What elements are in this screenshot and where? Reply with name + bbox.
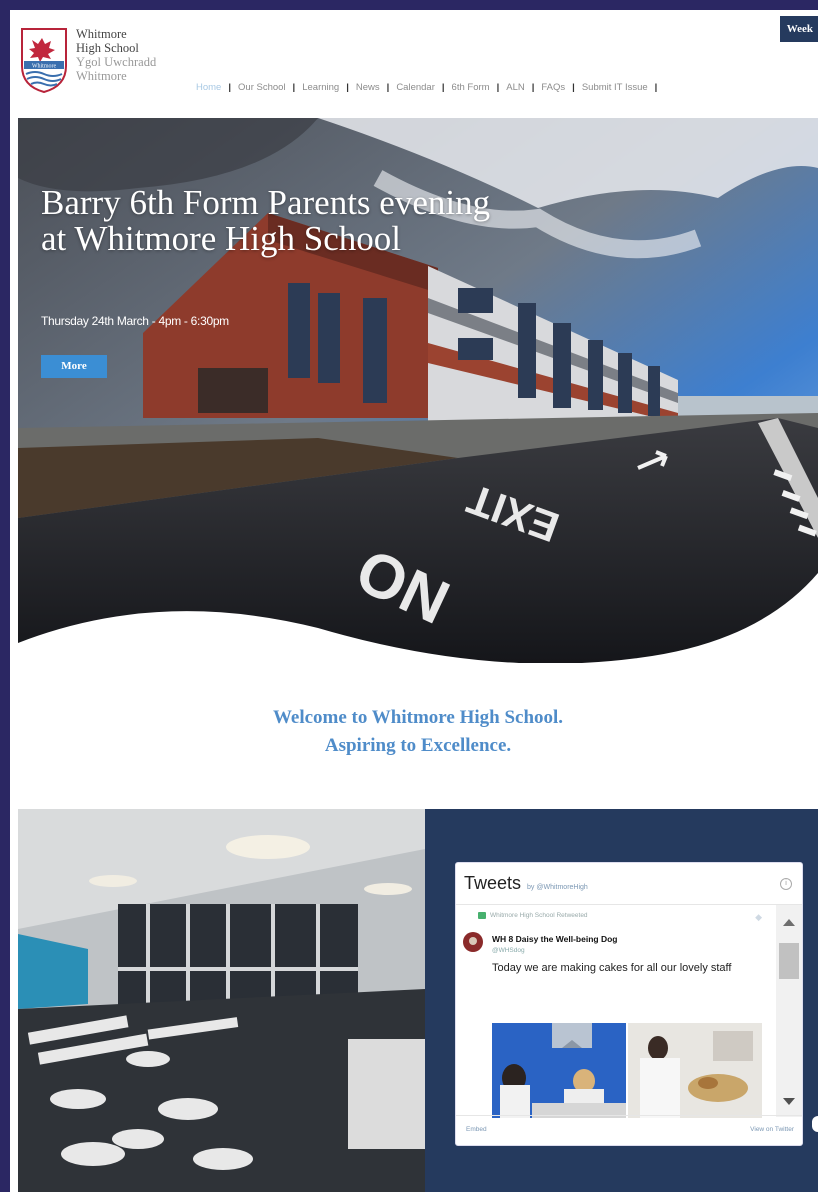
school-crest-icon: Whitmore (21, 28, 67, 94)
canteen-photo (18, 809, 425, 1192)
hero-subtitle: Thursday 24th March - 4pm - 6:30pm (41, 314, 229, 328)
nav-item-our-school[interactable]: Our School (238, 82, 286, 93)
welcome-heading: Welcome to Whitmore High School. Aspirin… (18, 704, 818, 760)
retweet-label: Whitmore High School Retweeted (490, 912, 588, 919)
nav-separator: | (228, 82, 232, 93)
hero-banner: EXIT NO Barry 6th Form Parents evening a… (18, 118, 818, 663)
nav-item-calendar[interactable]: Calendar (396, 82, 435, 93)
main-nav: Home | Our School | Learning | News | Ca… (196, 82, 664, 93)
tweet-media[interactable] (492, 1023, 762, 1118)
info-icon[interactable]: i (780, 878, 792, 890)
school-name-line: Whitmore (76, 27, 127, 41)
school-name-line: High School (76, 41, 139, 55)
twitter-widget-footer: Embed View on Twitter (456, 1115, 802, 1145)
nav-separator: | (531, 82, 535, 93)
nav-item-faqs[interactable]: FAQs (541, 82, 565, 93)
nav-item-6th-form[interactable]: 6th Form (452, 82, 490, 93)
nav-separator: | (441, 82, 445, 93)
avatar[interactable] (463, 932, 483, 952)
hero-title: Barry 6th Form Parents evening at Whitmo… (41, 183, 491, 258)
nav-separator: | (654, 82, 658, 93)
tweets-by-link[interactable]: by @WhitmoreHigh (527, 884, 588, 891)
nav-item-submit-it-issue[interactable]: Submit IT Issue (582, 82, 648, 93)
scroll-down-icon[interactable] (783, 1098, 795, 1105)
twitter-widget[interactable]: Tweets by @WhitmoreHigh i Whitmore High … (455, 862, 803, 1146)
week-badge: Week (780, 16, 818, 42)
side-tab[interactable] (812, 1116, 818, 1132)
nav-separator: | (572, 82, 575, 93)
nav-item-home[interactable]: Home (196, 82, 221, 93)
divider (456, 904, 802, 905)
school-name-welsh-line: Whitmore (76, 69, 127, 83)
welcome-line: Welcome to Whitmore High School. (272, 707, 564, 728)
tweet-photo[interactable] (628, 1023, 762, 1118)
nav-item-learning[interactable]: Learning (302, 82, 339, 93)
school-logo[interactable]: Whitmore Whitmore High School Ygol Uwchr… (18, 26, 156, 94)
nav-separator: | (386, 82, 390, 93)
tweet-text: Today we are making cakes for all our lo… (492, 962, 732, 974)
school-name: Whitmore High School Ygol Uwchradd Whitm… (76, 27, 156, 94)
nav-separator: | (346, 82, 349, 93)
nav-separator: | (496, 82, 500, 93)
scroll-thumb[interactable] (779, 943, 799, 979)
school-name-welsh-line: Ygol Uwchradd (76, 55, 157, 69)
page: Whitmore Whitmore High School Ygol Uwchr… (10, 10, 818, 1192)
twitter-widget-header: Tweets by @WhitmoreHigh (464, 873, 588, 894)
tweets-title: Tweets (464, 873, 522, 893)
canteen-photo-image (18, 809, 425, 1192)
retweet-icon (478, 912, 486, 919)
more-button[interactable]: More (41, 355, 107, 378)
tweet-author-name[interactable]: WH 8 Daisy the Well-being Dog (492, 934, 617, 944)
tweets-scrollbar[interactable] (776, 905, 802, 1117)
embed-link[interactable]: Embed (466, 1126, 487, 1133)
tweet-author-handle[interactable]: @WHSdog (492, 947, 525, 954)
twitter-bird-icon[interactable]: ◆ (755, 912, 762, 923)
crest-text: Whitmore (32, 64, 57, 70)
welcome-tagline: Aspiring to Excellence. (324, 735, 512, 756)
tweet-photo[interactable] (492, 1023, 626, 1118)
nav-separator: | (292, 82, 296, 93)
view-on-twitter-link[interactable]: View on Twitter (750, 1126, 794, 1133)
nav-item-aln[interactable]: ALN (506, 82, 524, 93)
nav-item-news[interactable]: News (356, 82, 380, 93)
scroll-up-icon[interactable] (783, 919, 795, 926)
